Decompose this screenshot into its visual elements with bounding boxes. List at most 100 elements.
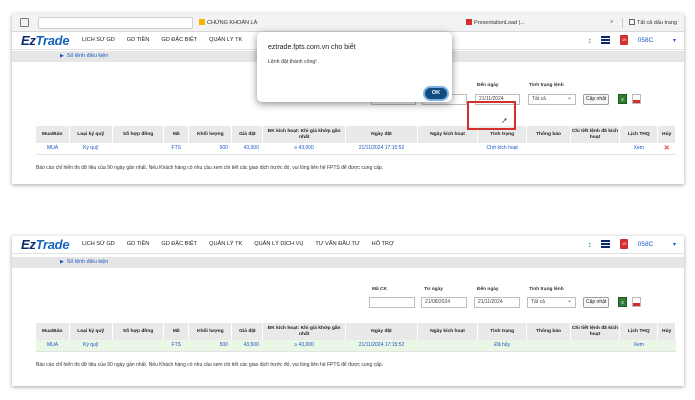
menu-item-gd-tien[interactable]: GD TIỀN [127, 37, 150, 43]
cancel-cell [657, 340, 676, 352]
col-header: Chi tiết lệnh đã kích hoạt [570, 126, 621, 143]
cursor-icon: ➚ [501, 116, 508, 125]
excel-icon[interactable]: x [618, 297, 627, 307]
from-date-label: Từ ngày [424, 287, 443, 292]
bookmarks-overflow[interactable]: » [610, 19, 613, 25]
cancel-cell[interactable]: ✕ [657, 143, 676, 155]
delete-icon[interactable]: ✕ [664, 145, 670, 152]
mack-input[interactable] [369, 297, 415, 308]
table-row: MUA Ký quỹ FTS 500 43,500 ≥ 43,000 21/11… [36, 340, 676, 352]
bell-icon[interactable]: 19 [620, 239, 629, 249]
main-menu: LỊCH SỬ GD GD TIỀN GD ĐẶC BIỆT QUẢN LÝ TK [82, 37, 254, 43]
menu-item-tu-van[interactable]: TƯ VẤN ĐẦU TƯ [315, 241, 359, 247]
side-cell: MUA [36, 340, 69, 352]
bell-icon[interactable]: 19 [620, 35, 629, 45]
to-date-input[interactable]: 21/11/2024 [474, 297, 520, 308]
sort-icon[interactable]: ↕ [588, 36, 592, 45]
col-header: Mã [163, 126, 190, 143]
condition-cell: ≥ 43,000 [262, 143, 346, 155]
contract-cell [112, 340, 164, 352]
account-code[interactable]: 058C [638, 241, 654, 248]
data-range-note: Báo cáo chỉ hiển thị dữ liệu của 90 ngày… [36, 165, 384, 171]
sort-icon[interactable]: ↕ [588, 240, 592, 249]
col-header: Mã [163, 323, 190, 340]
price-cell: 43,500 [231, 143, 263, 155]
status-select[interactable]: Tất cả [528, 94, 576, 105]
bookmark-presentation[interactable]: PresentationLoad |... [466, 19, 525, 26]
menu-icon[interactable] [601, 240, 611, 248]
status-label: Tình trạng lệnh [529, 83, 564, 88]
browser-toolbar: CHỨNG KHOÁN LÀ PresentationLoad |... » T… [12, 14, 684, 32]
from-date-input[interactable]: 21/08/2024 [421, 297, 467, 308]
header-tools: ↕ 19 058C ▾ [580, 239, 676, 251]
account-code[interactable]: 058C [638, 37, 654, 44]
schedule-link[interactable]: Xem [619, 340, 658, 352]
menu-item-ho-tro[interactable]: HỖ TRỢ [372, 241, 394, 247]
section-band: ▶ Sổ lệnh điều kiện [12, 257, 684, 268]
menu-item-quan-ly-tk[interactable]: QUẢN LÝ TK [209, 241, 242, 247]
col-header: Ngày kích hoạt [417, 323, 478, 340]
grid-icon[interactable] [20, 18, 29, 27]
menu-item-lich-su[interactable]: LỊCH SỬ GD [82, 241, 115, 247]
ok-button[interactable]: OK [423, 86, 449, 101]
schedule-link[interactable]: Xem [619, 143, 658, 155]
eztrade-logo[interactable]: EzTrade [21, 237, 70, 252]
order-date-cell: 21/11/2024 17:15:52 [345, 143, 418, 155]
col-header: Mua/Bán [36, 126, 70, 143]
pdf-icon[interactable] [632, 297, 641, 307]
condition-cell: ≥ 43,000 [262, 340, 346, 352]
status-select[interactable]: Tất cả [527, 297, 576, 308]
col-header: Thông báo [526, 323, 571, 340]
chevron-down-icon[interactable]: ▾ [673, 241, 676, 248]
status-cell[interactable]: Chờ kích hoạt [477, 143, 527, 155]
menu-item-lich-su[interactable]: LỊCH SỬ GD [82, 37, 115, 43]
symbol-cell: FTS [163, 340, 189, 352]
col-header: Lịch THQ [619, 126, 659, 143]
status-highlight-box [467, 101, 516, 130]
qty-cell: 500 [188, 340, 232, 352]
section-link[interactable]: ▶ Sổ lệnh điều kiện [60, 53, 108, 59]
excel-icon[interactable]: x [618, 94, 627, 104]
mack-label: Mã CK [372, 287, 387, 292]
notice-cell [526, 143, 571, 155]
pdf-icon[interactable] [632, 94, 641, 104]
col-header: Số hợp đồng [112, 323, 165, 340]
margin-cell: Ký quỹ [69, 340, 113, 352]
bookmark-chungkhoan[interactable]: CHỨNG KHOÁN LÀ [199, 19, 257, 26]
main-menu: LỊCH SỬ GD GD TIỀN GD ĐẶC BIỆT QUẢN LÝ TK QU… [82, 241, 406, 247]
col-header: Chi tiết lệnh đã kích hoạt [570, 323, 621, 340]
all-bookmarks[interactable]: Tất cả dấu trang [629, 19, 677, 26]
col-header: Khối lượng [188, 323, 233, 340]
chevron-down-icon[interactable]: ▾ [673, 37, 676, 44]
address-bar[interactable] [38, 17, 193, 29]
margin-cell: Ký quỹ [69, 143, 113, 155]
eztrade-logo[interactable]: EzTrade [21, 33, 70, 48]
status-cell[interactable]: Đã hủy [477, 340, 527, 352]
to-date-label: Đến ngày [477, 287, 499, 292]
price-cell: 43,500 [231, 340, 263, 352]
col-header: Mua/Bán [36, 323, 70, 340]
activate-date-cell [417, 340, 478, 352]
detail-cell [570, 340, 620, 352]
menu-item-quan-ly-dich-vu[interactable]: QUẢN LÝ DỊCH VỤ [254, 241, 303, 247]
order-table: Mua/Bán Loại ký quỹ Số hợp đồng Mã Khối … [36, 126, 676, 155]
section-link[interactable]: ▶ Sổ lệnh điều kiện [60, 259, 108, 265]
table-header-row: Mua/Bán Loại ký quỹ Số hợp đồng Mã Khối … [36, 323, 676, 340]
col-header: Thông báo [526, 126, 571, 143]
menu-icon[interactable] [601, 36, 611, 44]
qty-cell: 500 [188, 143, 232, 155]
col-header: Hủy [657, 323, 676, 340]
order-table: Mua/Bán Loại ký quỹ Số hợp đồng Mã Khối … [36, 323, 676, 352]
menu-item-gd-dac-biet[interactable]: GD ĐẶC BIỆT [161, 241, 197, 247]
dialog-message: Lệnh đặt thành công! [268, 59, 317, 65]
order-date-cell: 21/11/2024 17:15:52 [345, 340, 418, 352]
update-button[interactable]: Cập nhật [583, 297, 610, 308]
status-label: Tình trạng lệnh [529, 287, 564, 292]
update-button[interactable]: Cập nhật [583, 94, 610, 105]
menu-item-quan-ly-tk[interactable]: QUẢN LÝ TK [209, 37, 242, 43]
menu-item-gd-tien[interactable]: GD TIỀN [127, 241, 150, 247]
menu-item-gd-dac-biet[interactable]: GD ĐẶC BIỆT [161, 37, 197, 43]
alert-dialog: eztrade.fpts.com.vn cho biết Lệnh đặt th… [257, 32, 452, 102]
table-header-row: Mua/Bán Loại ký quỹ Số hợp đồng Mã Khối … [36, 126, 676, 143]
col-header: Ngày đặt [345, 126, 419, 143]
